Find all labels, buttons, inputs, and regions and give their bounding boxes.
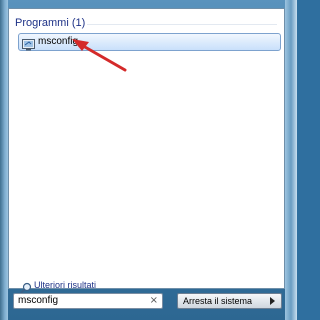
more-results-label: Ulteriori risultati	[34, 280, 97, 290]
search-icon	[20, 279, 32, 294]
section-divider	[87, 24, 277, 25]
frame-edge-right	[285, 0, 297, 320]
msconfig-icon	[22, 36, 35, 51]
search-input[interactable]: msconfig ×	[13, 293, 163, 309]
shutdown-label: Arresta il sistema	[183, 296, 253, 306]
programs-section-header: Programmi (1)	[15, 17, 86, 29]
result-item-msconfig[interactable]: msconfig	[18, 33, 281, 51]
clear-search-icon[interactable]: ×	[150, 295, 158, 306]
start-menu-frame: Programmi (1) msconfig Ulteriori risulta…	[0, 0, 297, 320]
search-input-value: msconfig	[18, 295, 59, 306]
frame-edge-left	[0, 0, 8, 320]
chevron-right-icon	[270, 297, 275, 305]
result-label: msconfig	[38, 36, 79, 47]
search-results-panel: Programmi (1) msconfig Ulteriori risulta…	[8, 8, 285, 294]
shutdown-options-button[interactable]	[266, 293, 282, 309]
shutdown-button[interactable]: Arresta il sistema	[177, 293, 267, 309]
